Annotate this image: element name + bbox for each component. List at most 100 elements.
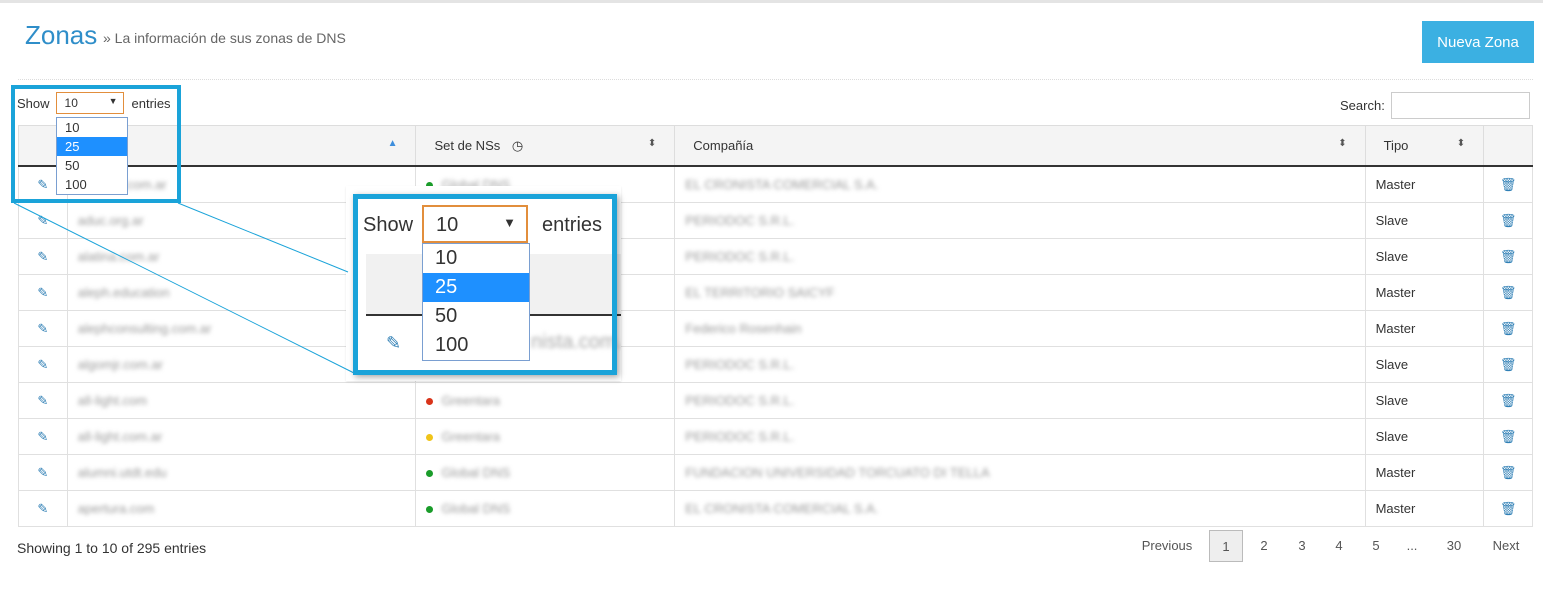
delete-cell[interactable]: 🗑	[1483, 454, 1533, 491]
new-zone-button[interactable]: Nueva Zona	[1422, 21, 1534, 63]
delete-cell[interactable]: 🗑	[1483, 165, 1533, 203]
trash-icon[interactable]: 🗑	[1500, 177, 1517, 192]
page-title: Zonas	[25, 20, 98, 50]
edit-icon[interactable]: ✎	[37, 465, 48, 480]
zoom-highlight-box	[353, 194, 617, 375]
sort-icon: ⬍	[1456, 138, 1466, 149]
table-row: ✎aleph.educationGlobal DNSEL TERRITORIO …	[18, 274, 1533, 311]
delete-cell[interactable]: 🗑	[1483, 382, 1533, 419]
status-dot	[426, 506, 434, 514]
company-name: EL CRONISTA COMERCIAL S.A.	[685, 501, 879, 516]
company-name: FUNDACION UNIVERSIDAD TORCUATO DI TELLA	[685, 465, 990, 480]
sort-icon: ⬍	[1338, 138, 1347, 149]
ns-set-column-header[interactable]: Set de NSs ◷ ⬍	[415, 125, 676, 167]
zone-name: aleph.education	[77, 285, 170, 300]
trash-icon[interactable]: 🗑	[1500, 465, 1517, 480]
edit-icon[interactable]: ✎	[37, 321, 48, 336]
type-cell: Slave	[1364, 346, 1485, 383]
edit-cell[interactable]: ✎	[18, 382, 68, 419]
company-name: EL CRONISTA COMERCIAL S.A.	[685, 177, 879, 192]
pagination-page[interactable]: 3	[1288, 530, 1316, 562]
delete-column-header	[1483, 125, 1533, 167]
trash-icon[interactable]: 🗑	[1500, 429, 1517, 444]
trash-icon[interactable]: 🗑	[1500, 357, 1517, 372]
edit-icon[interactable]: ✎	[37, 357, 48, 372]
ns-name: Greentara	[441, 393, 501, 408]
highlight-box	[11, 85, 181, 203]
edit-cell[interactable]: ✎	[18, 490, 68, 527]
edit-icon[interactable]: ✎	[37, 393, 48, 408]
trash-icon[interactable]: 🗑	[1500, 501, 1517, 516]
edit-cell[interactable]: ✎	[18, 310, 68, 347]
pagination-page[interactable]: 4	[1325, 530, 1353, 562]
edit-cell[interactable]: ✎	[18, 346, 68, 383]
delete-cell[interactable]: 🗑	[1483, 310, 1533, 347]
table-info: Showing 1 to 10 of 295 entries	[17, 540, 207, 556]
table-row: ✎alephconsulting.com.arGlobal DNSFederic…	[18, 310, 1533, 347]
company-cell: PERIODOC S.R.L.	[674, 346, 1366, 383]
type-cell: Master	[1364, 490, 1485, 527]
pagination-page-current[interactable]: 1	[1209, 530, 1243, 562]
edit-cell[interactable]: ✎	[18, 274, 68, 311]
edit-icon[interactable]: ✎	[37, 285, 48, 300]
company-cell: PERIODOC S.R.L.	[674, 418, 1366, 455]
edit-cell[interactable]: ✎	[18, 202, 68, 239]
trash-icon[interactable]: 🗑	[1500, 213, 1517, 228]
company-name: PERIODOC S.R.L.	[685, 429, 795, 444]
trash-icon[interactable]: 🗑	[1500, 393, 1517, 408]
type-cell: Slave	[1364, 418, 1485, 455]
edit-cell[interactable]: ✎	[18, 418, 68, 455]
trash-icon[interactable]: 🗑	[1500, 285, 1517, 300]
trash-icon[interactable]: 🗑	[1500, 249, 1517, 264]
status-dot	[426, 470, 434, 478]
type-column-header[interactable]: Tipo ⬍	[1364, 125, 1485, 167]
edit-icon[interactable]: ✎	[37, 213, 48, 228]
company-column-header[interactable]: Compañía ⬍	[674, 125, 1366, 167]
type-cell: Slave	[1364, 238, 1485, 275]
zone-name: all-light.com	[77, 393, 148, 408]
pagination-page[interactable]: 5	[1362, 530, 1390, 562]
delete-cell[interactable]: 🗑	[1483, 490, 1533, 527]
header-separator	[18, 79, 1533, 80]
company-name: PERIODOC S.R.L.	[685, 393, 795, 408]
company-name: PERIODOC S.R.L.	[685, 357, 795, 372]
delete-cell[interactable]: 🗑	[1483, 238, 1533, 275]
clock-icon: ◷	[511, 137, 524, 153]
company-name: Federico Rosenhain	[685, 321, 802, 336]
edit-icon[interactable]: ✎	[37, 429, 48, 444]
company-cell: EL CRONISTA COMERCIAL S.A.	[674, 165, 1366, 203]
status-dot	[426, 398, 434, 406]
company-name: PERIODOC S.R.L.	[685, 249, 795, 264]
zone-name: alephconsulting.com.ar	[77, 321, 212, 336]
company-header-label: Compañía	[693, 138, 754, 153]
edit-icon[interactable]: ✎	[37, 501, 48, 516]
search-input[interactable]	[1391, 92, 1530, 119]
company-name: EL TERRITORIO SAICYF	[685, 285, 835, 300]
delete-cell[interactable]: 🗑	[1483, 274, 1533, 311]
pagination-next[interactable]: Next	[1484, 530, 1528, 562]
pagination-page[interactable]: 30	[1438, 530, 1470, 562]
pagination-ellipsis: ...	[1406, 538, 1418, 553]
company-cell: Federico Rosenhain	[674, 310, 1366, 347]
edit-cell[interactable]: ✎	[18, 454, 68, 491]
trash-icon[interactable]: 🗑	[1500, 321, 1517, 336]
table-row: ✎cronista.com.arGlobal DNSEL CRONISTA CO…	[18, 165, 1533, 203]
ns-cell: Greentara	[415, 382, 676, 419]
type-header-label: Tipo	[1383, 138, 1409, 153]
type-cell: Slave	[1364, 382, 1485, 419]
edit-icon[interactable]: ✎	[37, 249, 48, 264]
edit-cell[interactable]: ✎	[18, 238, 68, 275]
table-row: ✎ apertura.com Global DNS EL CRONISTA COMER…	[18, 490, 1533, 527]
delete-cell[interactable]: 🗑	[1483, 346, 1533, 383]
delete-cell[interactable]: 🗑	[1483, 418, 1533, 455]
sort-asc-icon: ▲	[387, 138, 398, 149]
company-cell: EL TERRITORIO SAICYF	[674, 274, 1366, 311]
table-row: ✎algomjr.com.arGlobal DNSPERIODOC S.R.L.…	[18, 346, 1533, 383]
pagination-page[interactable]: 2	[1250, 530, 1278, 562]
ns-name: Global DNS	[441, 465, 511, 480]
pagination-previous[interactable]: Previous	[1134, 530, 1200, 562]
table-row: ✎alatina.com.arGlobal DNSPERIODOC S.R.L.…	[18, 238, 1533, 275]
delete-cell[interactable]: 🗑	[1483, 202, 1533, 239]
ns-cell: Global DNS	[415, 490, 676, 527]
ns-name: Greentara	[441, 429, 501, 444]
